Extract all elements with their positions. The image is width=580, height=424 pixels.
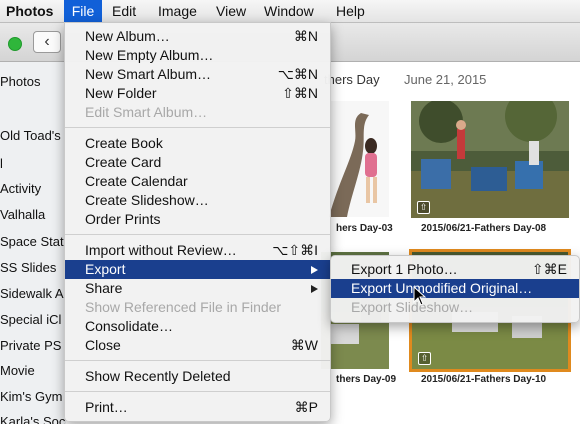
menu-view[interactable]: View xyxy=(210,0,252,22)
menu-image[interactable]: Image xyxy=(152,0,203,22)
submenu-arrow-icon xyxy=(311,266,318,274)
moment-date: June 21, 2015 xyxy=(404,72,487,87)
export-submenu: Export 1 Photo… ⇧⌘E Export Unmodified Or… xyxy=(330,255,580,323)
sidebar-item[interactable]: Activity xyxy=(0,181,41,196)
menu-edit[interactable]: Edit xyxy=(106,0,142,22)
menu-item-share[interactable]: Share xyxy=(65,279,330,298)
sidebar: Photos Old Toad's l Activity Valhalla Sp… xyxy=(0,62,66,424)
menu-item-export-photo[interactable]: Export 1 Photo… ⇧⌘E xyxy=(331,260,579,279)
menu-separator xyxy=(65,360,330,361)
menu-separator xyxy=(65,391,330,392)
mouse-cursor-icon xyxy=(413,286,427,306)
sidebar-item[interactable]: SS Slides xyxy=(0,260,56,275)
photo-caption: 2015/06/21-Fathers Day-08 xyxy=(421,223,547,234)
menu-item-export-unmodified-original[interactable]: Export Unmodified Original… xyxy=(331,279,579,298)
sidebar-item[interactable]: Sidewalk A xyxy=(0,286,64,301)
menu-item-new-empty-album[interactable]: New Empty Album… xyxy=(65,46,330,65)
menu-item-create-book[interactable]: Create Book xyxy=(65,134,330,153)
file-menu: New Album… ⌘N New Empty Album… New Smart… xyxy=(64,22,331,422)
sidebar-item-photos[interactable]: Photos xyxy=(0,74,40,89)
photo-caption: thers Day-09 xyxy=(336,374,397,385)
zoom-window-button[interactable] xyxy=(8,37,22,51)
menu-item-create-calendar[interactable]: Create Calendar xyxy=(65,172,330,191)
menu-item-new-album[interactable]: New Album… ⌘N xyxy=(65,27,330,46)
sidebar-item[interactable]: Karla's Soccer and Equestrian xyxy=(0,414,66,424)
menu-item-close[interactable]: Close ⌘W xyxy=(65,336,330,355)
submenu-arrow-icon xyxy=(311,285,318,293)
menu-separator xyxy=(65,127,330,128)
photo-thumbnail[interactable] xyxy=(321,101,389,217)
menu-item-show-recently-deleted[interactable]: Show Recently Deleted xyxy=(65,367,330,386)
sidebar-item[interactable]: Space Stat xyxy=(0,234,64,249)
menu-item-create-slideshow[interactable]: Create Slideshow… xyxy=(65,191,330,210)
menu-bar: Photos File Edit Image View Window Help xyxy=(0,0,580,23)
photo-caption: 2015/06/21-Fathers Day-10 xyxy=(421,374,547,385)
menu-item-order-prints[interactable]: Order Prints xyxy=(65,210,330,229)
share-icon: ⇧ xyxy=(417,201,430,214)
moment-title: thers Day xyxy=(324,72,380,87)
sidebar-item[interactable]: Private PS xyxy=(0,338,61,353)
menu-item-print[interactable]: Print… ⌘P xyxy=(65,398,330,417)
menu-item-export-slideshow: Export Slideshow… xyxy=(351,299,474,315)
photo-caption: hers Day-03 xyxy=(336,223,393,234)
sidebar-item[interactable]: Movie xyxy=(0,363,35,378)
photo-thumbnail[interactable]: ⇧ xyxy=(411,101,569,218)
menu-item-edit-smart-album: Edit Smart Album… xyxy=(85,104,208,120)
sidebar-item[interactable]: Special iCl xyxy=(0,312,61,327)
menu-window[interactable]: Window xyxy=(258,0,320,22)
share-icon: ⇧ xyxy=(418,352,431,365)
menu-item-new-smart-album[interactable]: New Smart Album… ⌥⌘N xyxy=(65,65,330,84)
menu-photos[interactable]: Photos xyxy=(0,0,59,22)
sidebar-item[interactable]: l xyxy=(0,156,3,171)
sidebar-item[interactable]: Valhalla xyxy=(0,207,45,222)
menu-file[interactable]: File xyxy=(64,0,102,22)
sidebar-item[interactable]: Old Toad's xyxy=(0,128,61,143)
menu-item-new-folder[interactable]: New Folder ⇧⌘N xyxy=(65,84,330,103)
back-button[interactable]: ‹ xyxy=(33,31,61,53)
sidebar-item[interactable]: Kim's Gym xyxy=(0,389,62,404)
menu-help[interactable]: Help xyxy=(330,0,371,22)
chevron-left-icon: ‹ xyxy=(44,33,50,50)
menu-item-consolidate[interactable]: Consolidate… xyxy=(65,317,330,336)
menu-item-import-without-review[interactable]: Import without Review… ⌥⇧⌘I xyxy=(65,241,330,260)
menu-separator xyxy=(65,234,330,235)
menu-item-show-referenced-file: Show Referenced File in Finder xyxy=(85,299,282,315)
menu-item-export[interactable]: Export xyxy=(65,260,330,279)
menu-item-create-card[interactable]: Create Card xyxy=(65,153,330,172)
